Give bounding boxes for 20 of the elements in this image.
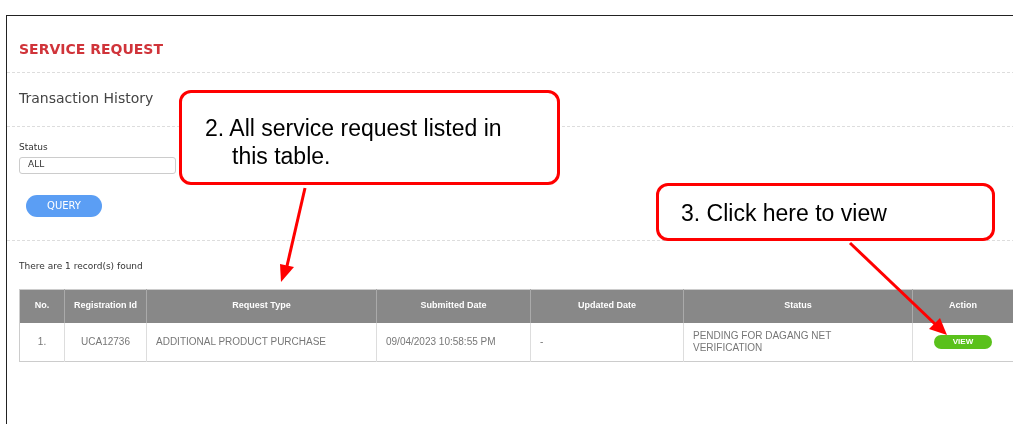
table-cell: PENDING FOR DAGANG NET VERIFICATION (683, 322, 913, 362)
status-select[interactable]: ALL (19, 156, 176, 174)
table-cell: ADDITIONAL PRODUCT PURCHASE (146, 322, 377, 362)
table-cell: 1. (19, 322, 65, 362)
query-button[interactable]: QUERY (26, 194, 102, 217)
column-header: Action (912, 289, 1013, 323)
column-header: Registration Id (64, 289, 147, 323)
column-header: No. (19, 289, 65, 323)
callout: 2. All service request listed in this table. (179, 90, 560, 185)
page-title: SERVICE REQUEST (7, 16, 1013, 73)
column-header: Status (683, 289, 913, 323)
table-cell: - (530, 322, 684, 362)
view-button[interactable]: VIEW (934, 334, 992, 349)
table-cell: 09/04/2023 10:58:55 PM (376, 322, 531, 362)
column-header: Request Type (146, 289, 377, 323)
callout: 3. Click here to view (656, 183, 995, 241)
record-count: There are 1 record(s) found (19, 259, 144, 273)
column-header: Updated Date (530, 289, 684, 323)
table-cell: UCA12736 (64, 322, 147, 362)
column-header: Submitted Date (376, 289, 531, 323)
